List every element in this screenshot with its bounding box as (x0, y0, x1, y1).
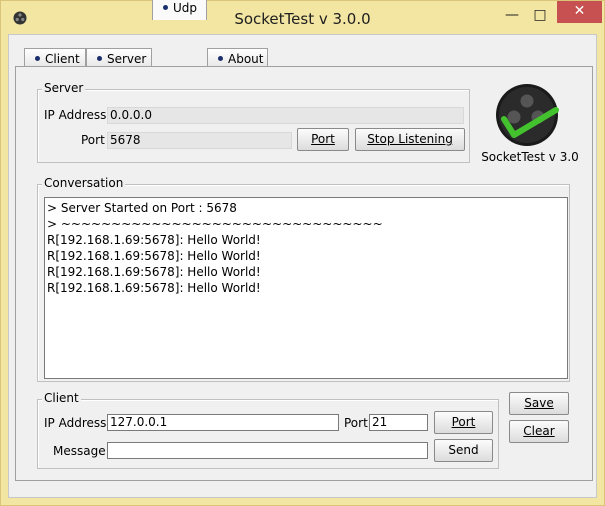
tab-bullet-icon (97, 56, 102, 61)
send-button[interactable]: Send (434, 439, 493, 462)
tab-bullet-icon (218, 56, 223, 61)
server-ip-label: IP Address (44, 108, 107, 122)
clear-button[interactable]: Clear (509, 420, 569, 443)
conversation-group: Conversation > Server Started on Port : … (37, 176, 570, 382)
message-input[interactable] (107, 442, 428, 459)
log-line: > Server Started on Port : 5678 (47, 201, 237, 215)
logo-caption: SocketTest v 3.0 (481, 150, 579, 164)
minimize-icon[interactable]: — (497, 5, 527, 27)
tab-label: Server (107, 52, 147, 66)
log-line: R[192.168.1.69:5678]: Hello World! (47, 233, 261, 247)
clear-button-label: Clear (523, 424, 555, 438)
client-ip-input[interactable]: 127.0.0.1 (107, 414, 339, 431)
server-port-button[interactable]: Port (297, 128, 349, 151)
sockettest-logo-icon (496, 84, 559, 146)
tab-client[interactable]: Client (24, 48, 86, 68)
tab-label: Client (45, 52, 80, 66)
server-group-label: Server (42, 81, 86, 95)
client-group-label: Client (42, 391, 81, 405)
server-port-field[interactable]: 5678 (107, 132, 292, 149)
tab-bullet-icon (163, 5, 168, 10)
save-button[interactable]: Save (509, 392, 569, 415)
client-port-label: Port (344, 416, 368, 430)
log-line: > ~~~~~~~~~~~~~~~~~~~~~~~~~~~~~~~~ (47, 217, 383, 231)
save-button-label: Save (524, 396, 554, 410)
tab-label: About (228, 52, 264, 66)
server-port-label: Port (81, 133, 105, 147)
client-port-button-label: Port (451, 415, 476, 429)
log-line: R[192.168.1.69:5678]: Hello World! (47, 281, 261, 295)
server-port-button-label: Port (311, 132, 335, 146)
tab-server[interactable]: Server (86, 48, 152, 68)
tab-bullet-icon (35, 56, 40, 61)
conversation-group-label: Conversation (42, 176, 126, 190)
tab-about[interactable]: About (207, 48, 268, 68)
log-line: R[192.168.1.69:5678]: Hello World! (47, 249, 261, 263)
message-label: Message (53, 444, 106, 458)
conversation-log[interactable]: > Server Started on Port : 5678 > ~~~~~~… (44, 197, 568, 379)
log-line: R[192.168.1.69:5678]: Hello World! (47, 265, 261, 279)
close-icon[interactable]: ✕ (557, 1, 602, 23)
server-ip-field[interactable]: 0.0.0.0 (107, 107, 464, 124)
tab-udp[interactable]: Udp (152, 0, 207, 20)
client-port-button[interactable]: Port (434, 411, 493, 434)
title-bar[interactable]: SocketTest v 3.0.0 — □ ✕ (1, 1, 604, 35)
server-group: Server (37, 81, 470, 163)
client-port-input[interactable]: 21 (369, 414, 428, 431)
stop-listening-button[interactable]: Stop Listening (355, 128, 465, 151)
tab-label: Udp (173, 1, 198, 15)
stop-listening-label: Stop Listening (367, 132, 453, 146)
maximize-icon[interactable]: □ (525, 5, 555, 27)
client-ip-label: IP Address (44, 416, 107, 430)
